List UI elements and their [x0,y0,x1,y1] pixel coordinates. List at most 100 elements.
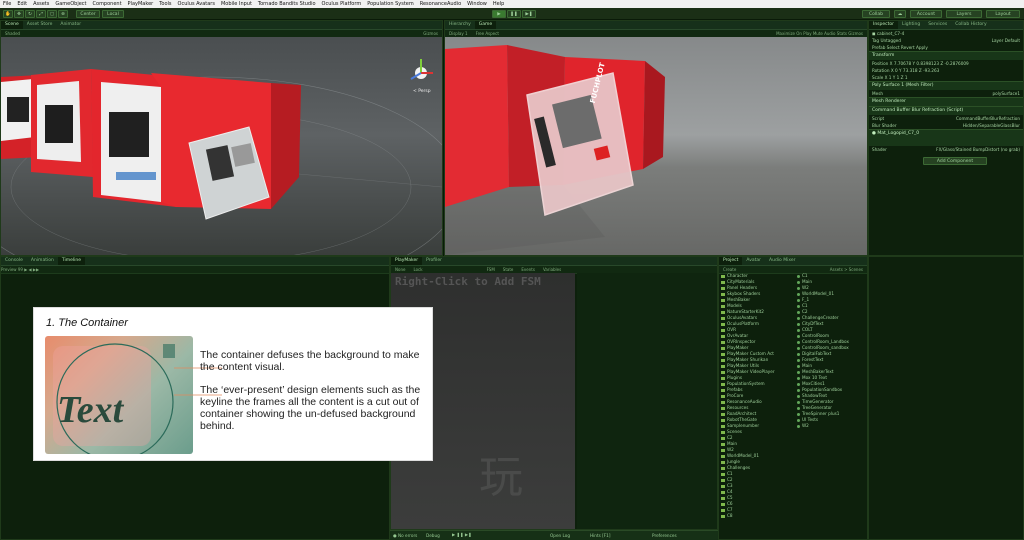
tab-playmaker[interactable]: PlayMaker [391,257,423,265]
pause-button[interactable]: ❚❚ [507,10,521,18]
tab-game[interactable]: Game [474,21,497,29]
aspect-dropdown[interactable]: Free Aspect [476,31,499,36]
tab-state[interactable]: State [503,267,514,272]
scene-icon [797,358,800,362]
pivot-center-button[interactable]: Center [76,10,100,18]
folder-label: C2 [727,477,733,482]
tab-lighting[interactable]: Lighting [898,21,924,29]
menu-item-resonanceaudio[interactable]: ResonanceAudio [420,1,461,7]
hand-tool-button[interactable]: ✋ [3,10,13,18]
gizmos-dropdown[interactable]: Gizmos [423,31,438,36]
tab-asset-store[interactable]: Asset Store [23,21,57,29]
menu-item-file[interactable]: File [3,1,11,7]
tab-audio-mixer[interactable]: Audio Mixer [765,257,800,265]
tab-animation[interactable]: Animation [27,257,58,265]
blur-script-header[interactable]: Command Buffer Blur Refraction (Script) [869,106,1023,115]
menu-item-assets[interactable]: Assets [33,1,49,7]
folder-icon [721,442,725,446]
object-name-field[interactable]: cabinet_C7-4 [877,31,904,36]
tab-scene[interactable]: Scene [1,21,23,29]
step-button[interactable]: ▶❚ [522,10,536,18]
project-folder[interactable]: C8 [721,513,793,519]
tab-timeline[interactable]: Timeline [57,257,85,265]
asset-item[interactable]: W2 [797,423,867,429]
persp-label[interactable]: < Persp [413,89,431,94]
game-options[interactable]: Maximize On Play Mute Audio Stats Gizmos [776,31,863,36]
layers-dropdown[interactable]: Layers [946,10,982,18]
rotation-row[interactable]: Rotation X 0 Y 73.318 Z -93.263 [869,67,1023,74]
timeline-controls[interactable]: Preview 99 ▶ ◀ ▶▶ [1,266,389,274]
menu-item-edit[interactable]: Edit [17,1,27,7]
tab-services[interactable]: Services [924,21,951,29]
folder-label: ResonanceAudio [727,399,762,404]
scene-icon [797,352,800,356]
mesh-filter-header[interactable]: Poly Surface 1 (Mesh Filter) [869,81,1023,90]
folder-label: C6 [727,501,733,506]
prefab-row[interactable]: Prefab Select Revert Apply [869,44,1023,51]
script-field[interactable]: CommandBufferBlurRefraction [956,115,1020,122]
play-button[interactable]: ▶ [492,10,506,18]
display-dropdown[interactable]: Display 1 [449,31,468,36]
preferences-button[interactable]: Preferences [652,533,677,538]
folder-icon [721,328,725,332]
mesh-field[interactable]: polySurface1 [993,90,1020,97]
tag-dropdown[interactable]: Untagged [880,38,900,43]
move-tool-button[interactable]: ✥ [14,10,24,18]
blur-shader-field[interactable]: Hidden/SeparableGlassBlur [963,122,1020,129]
create-dropdown[interactable]: Create [723,267,736,272]
scene-icon [797,400,800,404]
menu-item-oculus-avatars[interactable]: Oculus Avatars [178,1,215,7]
shading-mode-dropdown[interactable]: Shaded [5,31,20,36]
tab-collab-history[interactable]: Collab History [951,21,990,29]
position-row[interactable]: Position X 7.70678 Y 0.8398123 Z -0.2876… [869,60,1023,67]
cloud-icon[interactable]: ☁ [894,10,906,18]
tab-project[interactable]: Project [719,257,743,265]
tab-animator[interactable]: Animator [56,21,85,29]
folder-label: OVRInspector [727,339,756,344]
fsm-lock-toggle[interactable]: Lock [413,267,422,272]
tab-profiler[interactable]: Profiler [422,257,446,265]
tab-variables[interactable]: Variables [543,267,561,272]
menu-item-gameobject[interactable]: GameObject [55,1,86,7]
menu-item-playmaker[interactable]: PlayMaker [128,1,154,7]
tab-avatar[interactable]: Avatar [742,257,765,265]
tab-console[interactable]: Console [1,257,27,265]
menu-item-help[interactable]: Help [493,1,504,7]
account-dropdown[interactable]: Account [910,10,942,18]
menu-item-tools[interactable]: Tools [159,1,171,7]
hints-button[interactable]: Hints [F1] [590,533,610,538]
collab-dropdown[interactable]: Collab [862,10,890,18]
game-viewport[interactable]: FUCHPLOT [445,37,867,255]
menu-item-tornado-bandits-studio[interactable]: Tornado Bandits Studio [258,1,316,7]
asset-label: W2 [802,423,809,428]
shader-dropdown[interactable]: FX/Glass/Stained BumpDistort (no grab) [936,146,1020,153]
layer-dropdown[interactable]: Default [1005,38,1020,43]
menu-item-window[interactable]: Window [467,1,487,7]
scale-tool-button[interactable]: ⤢ [36,10,46,18]
fsm-none-dropdown[interactable]: None [395,267,405,272]
play-icon[interactable]: ▶ ❚❚ ▶❚ [452,532,472,537]
breadcrumb[interactable]: Assets > Scenes [830,267,863,272]
folder-label: PlayMaker VideoPlayer [727,369,775,374]
scene-viewport[interactable]: < Persp [1,37,442,255]
add-component-button[interactable]: Add Component [923,157,987,165]
tab-fsm[interactable]: FSM [487,267,495,272]
layout-dropdown[interactable]: Layout [986,10,1020,18]
menu-item-oculus-platform[interactable]: Oculus Platform [322,1,362,7]
scale-row[interactable]: Scale X 1 Y 1 Z 1 [869,74,1023,81]
menu-item-population-system[interactable]: Population System [367,1,414,7]
tab-inspector[interactable]: Inspector [869,21,898,29]
debug-dropdown[interactable]: Debug [426,533,440,538]
rect-tool-button[interactable]: ▢ [47,10,57,18]
material-section[interactable]: ● Mat_Logopid_C7_0 [869,129,1023,146]
menu-item-component[interactable]: Component [93,1,122,7]
transform-header[interactable]: Transform [869,51,1023,60]
open-log-button[interactable]: Open Log [550,533,570,538]
menu-item-mobile-input[interactable]: Mobile Input [221,1,252,7]
mesh-renderer-header[interactable]: Mesh Renderer [869,97,1023,106]
transform-tool-button[interactable]: ⊕ [58,10,68,18]
tab-hierarchy[interactable]: Hierarchy [445,21,475,29]
rotate-tool-button[interactable]: ↻ [25,10,35,18]
tab-events[interactable]: Events [521,267,535,272]
pivot-local-button[interactable]: Local [102,10,124,18]
